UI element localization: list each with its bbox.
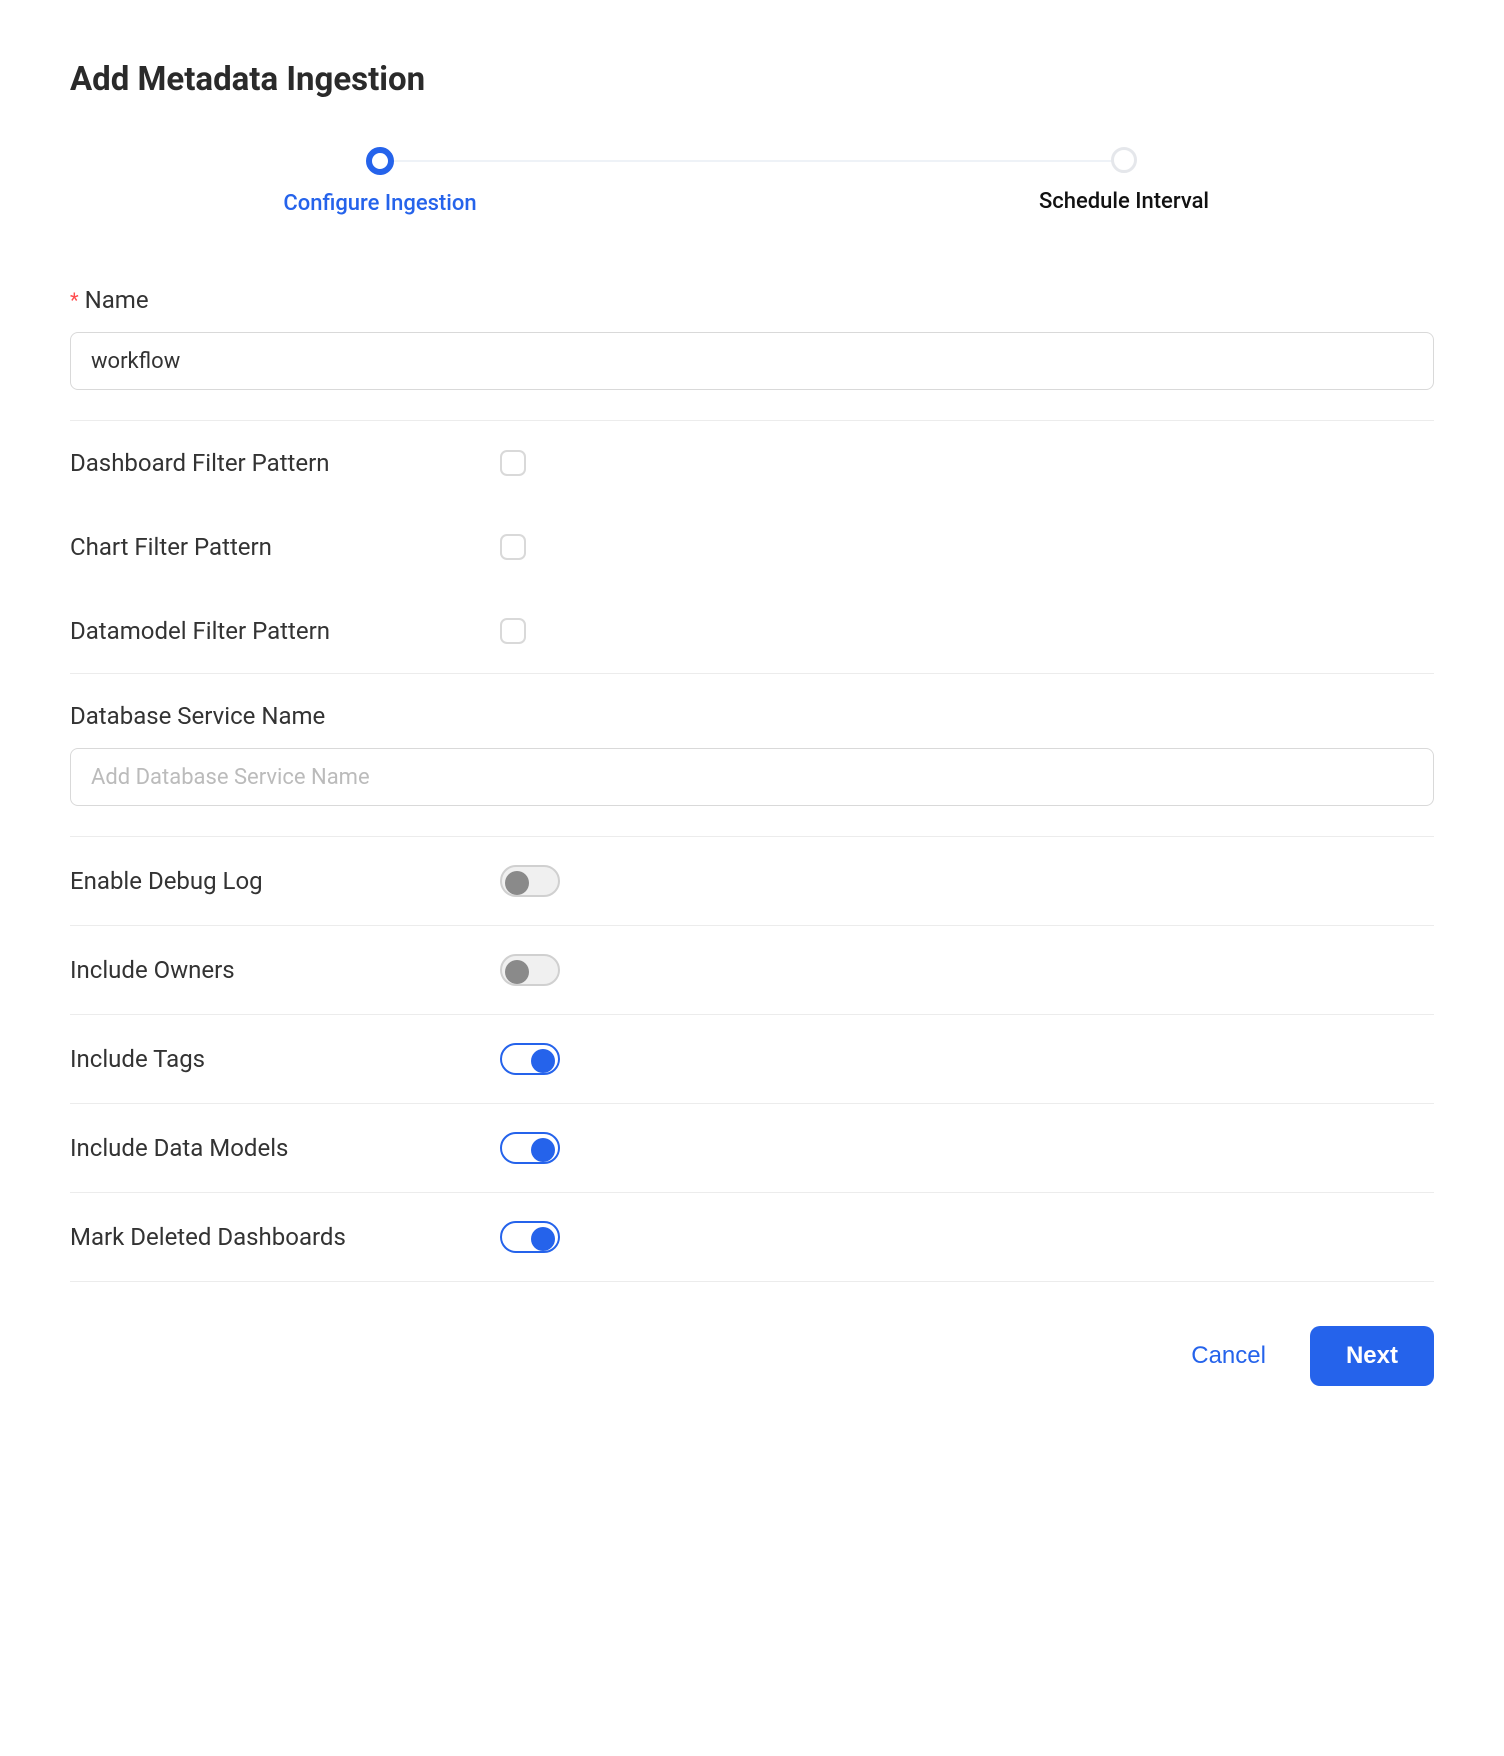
- db-service-label: Database Service Name: [70, 702, 1434, 730]
- db-service-field-group: Database Service Name: [70, 674, 1434, 836]
- include-tags-row: Include Tags: [70, 1015, 1434, 1103]
- include-owners-label: Include Owners: [70, 956, 500, 984]
- include-data-models-label: Include Data Models: [70, 1134, 500, 1162]
- mark-deleted-dashboards-label: Mark Deleted Dashboards: [70, 1223, 500, 1251]
- form: * Name Dashboard Filter Pattern Chart Fi…: [70, 286, 1434, 1386]
- datamodel-filter-pattern-row: Datamodel Filter Pattern: [70, 589, 1434, 673]
- chart-filter-pattern-checkbox[interactable]: [500, 534, 526, 560]
- include-owners-row: Include Owners: [70, 926, 1434, 1014]
- name-field-group: * Name: [70, 286, 1434, 420]
- datamodel-filter-pattern-label: Datamodel Filter Pattern: [70, 617, 500, 645]
- mark-deleted-dashboards-row: Mark Deleted Dashboards: [70, 1193, 1434, 1281]
- step-schedule-interval[interactable]: Schedule Interval: [1014, 147, 1234, 214]
- db-service-input[interactable]: [70, 748, 1434, 806]
- step-label: Configure Ingestion: [283, 191, 476, 216]
- mark-deleted-dashboards-toggle[interactable]: [500, 1221, 560, 1253]
- datamodel-filter-pattern-checkbox[interactable]: [500, 618, 526, 644]
- enable-debug-log-row: Enable Debug Log: [70, 837, 1434, 925]
- divider: [70, 1281, 1434, 1282]
- enable-debug-log-toggle[interactable]: [500, 865, 560, 897]
- footer: Cancel Next: [70, 1326, 1434, 1386]
- step-circle-icon: [366, 147, 394, 175]
- include-data-models-toggle[interactable]: [500, 1132, 560, 1164]
- name-input[interactable]: [70, 332, 1434, 390]
- next-button[interactable]: Next: [1310, 1326, 1434, 1386]
- step-configure-ingestion[interactable]: Configure Ingestion: [270, 147, 490, 216]
- chart-filter-pattern-row: Chart Filter Pattern: [70, 505, 1434, 589]
- name-label: * Name: [70, 286, 1434, 314]
- page-title: Add Metadata Ingestion: [70, 60, 1434, 99]
- stepper: Configure Ingestion Schedule Interval: [270, 147, 1234, 216]
- name-label-text: Name: [85, 286, 149, 314]
- step-circle-icon: [1111, 147, 1137, 173]
- include-owners-toggle[interactable]: [500, 954, 560, 986]
- include-data-models-row: Include Data Models: [70, 1104, 1434, 1192]
- step-label: Schedule Interval: [1039, 189, 1209, 214]
- include-tags-toggle[interactable]: [500, 1043, 560, 1075]
- chart-filter-pattern-label: Chart Filter Pattern: [70, 533, 500, 561]
- include-tags-label: Include Tags: [70, 1045, 500, 1073]
- toggle-knob-icon: [505, 960, 529, 984]
- enable-debug-log-label: Enable Debug Log: [70, 867, 500, 895]
- dashboard-filter-pattern-checkbox[interactable]: [500, 450, 526, 476]
- toggle-knob-icon: [531, 1138, 555, 1162]
- toggle-knob-icon: [505, 871, 529, 895]
- required-asterisk-icon: *: [70, 288, 79, 312]
- stepper-line: [385, 160, 1119, 162]
- dashboard-filter-pattern-label: Dashboard Filter Pattern: [70, 449, 500, 477]
- db-service-label-text: Database Service Name: [70, 702, 325, 730]
- toggle-knob-icon: [531, 1227, 555, 1251]
- toggle-knob-icon: [531, 1049, 555, 1073]
- dashboard-filter-pattern-row: Dashboard Filter Pattern: [70, 421, 1434, 505]
- cancel-button[interactable]: Cancel: [1181, 1330, 1276, 1382]
